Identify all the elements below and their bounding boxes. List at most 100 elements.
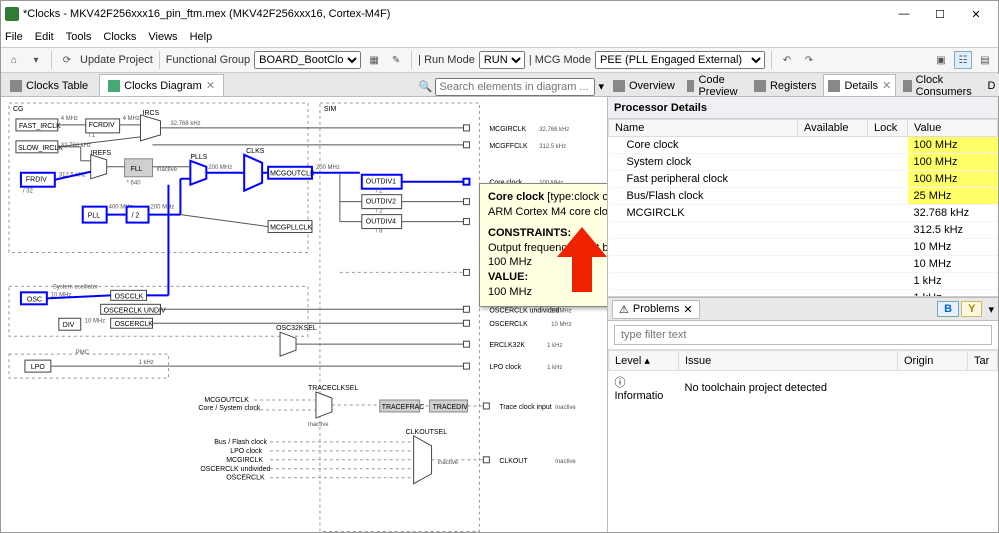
perspective-clocks-icon[interactable]: ☷ bbox=[954, 51, 972, 69]
svg-text:MCGOUTCLK: MCGOUTCLK bbox=[270, 171, 315, 178]
window-title: *Clocks - MKV42F256xxx16_pin_ftm.mex (MK… bbox=[23, 8, 886, 20]
minimize-button[interactable]: — bbox=[886, 2, 922, 26]
tab-code-preview[interactable]: Code Preview bbox=[682, 74, 747, 96]
tab-clocks-diagram[interactable]: Clocks Diagram ✕ bbox=[99, 74, 224, 96]
svg-text:32.768 kHz: 32.768 kHz bbox=[170, 121, 200, 127]
svg-text:1 kHz: 1 kHz bbox=[547, 365, 562, 371]
functional-group-label: Functional Group bbox=[166, 54, 250, 66]
svg-text:MCGIRCLK: MCGIRCLK bbox=[489, 126, 526, 133]
svg-text:/ 2: / 2 bbox=[376, 209, 383, 215]
svg-text:FCRDIV: FCRDIV bbox=[89, 122, 115, 129]
app-window: *Clocks - MKV42F256xxx16_pin_ftm.mex (MK… bbox=[0, 0, 999, 533]
pcol-target[interactable]: Tar bbox=[968, 351, 998, 371]
problem-row[interactable]: ⓘ Informatio No toolchain project detect… bbox=[609, 371, 998, 406]
menu-clocks[interactable]: Clocks bbox=[103, 31, 136, 43]
col-available[interactable]: Available bbox=[798, 120, 868, 137]
menu-views[interactable]: Views bbox=[148, 31, 177, 43]
svg-text:/ 1: / 1 bbox=[89, 133, 96, 139]
svg-text:10 MHz: 10 MHz bbox=[551, 322, 572, 328]
svg-text:PLLS: PLLS bbox=[190, 154, 207, 161]
titlebar: *Clocks - MKV42F256xxx16_pin_ftm.mex (MK… bbox=[1, 1, 998, 27]
detail-row[interactable]: Fast peripheral clock100 MHz bbox=[609, 171, 998, 188]
detail-row[interactable]: 1 kHz bbox=[609, 273, 998, 290]
tab-clocks-table[interactable]: Clocks Table bbox=[1, 74, 97, 96]
svg-text:1 kHz: 1 kHz bbox=[139, 360, 154, 366]
close-button[interactable]: ✕ bbox=[958, 2, 994, 26]
search-input[interactable] bbox=[435, 78, 595, 96]
col-value[interactable]: Value bbox=[908, 120, 998, 137]
svg-text:OSC: OSC bbox=[27, 296, 42, 303]
problems-tabbar: ⚠ Problems ✕ B Y ▾ bbox=[608, 297, 998, 321]
chev-down-icon[interactable]: ▾ bbox=[27, 51, 45, 69]
svg-text:/ 8: / 8 bbox=[376, 229, 383, 235]
consumers-icon bbox=[903, 80, 911, 92]
detail-row[interactable]: 10 MHz bbox=[609, 239, 998, 256]
overview-icon bbox=[613, 80, 625, 92]
tab-overview[interactable]: Overview bbox=[608, 74, 680, 96]
svg-text:OSC32KSEL: OSC32KSEL bbox=[276, 325, 317, 332]
menu-file[interactable]: File bbox=[5, 31, 23, 43]
view-menu-icon[interactable]: ▾ bbox=[988, 303, 994, 316]
clocks-diagram-pane[interactable]: CG SIM FAST_IRCLK 4 MHz FCRDIV / 1 4 MHz… bbox=[1, 97, 608, 532]
search-chev-icon[interactable]: ▾ bbox=[598, 81, 604, 93]
pcol-issue[interactable]: Issue bbox=[679, 351, 898, 371]
col-name[interactable]: Name bbox=[609, 120, 798, 137]
update-project-label: Update Project bbox=[80, 54, 153, 66]
close-details-icon[interactable]: ✕ bbox=[882, 79, 891, 92]
perspective-periph-icon[interactable]: ▤ bbox=[976, 51, 994, 69]
svg-text:OUTDIV2: OUTDIV2 bbox=[366, 199, 396, 206]
perspective-pins-icon[interactable]: ▣ bbox=[932, 51, 950, 69]
col-lock[interactable]: Lock bbox=[868, 120, 908, 137]
redo-icon[interactable]: ↷ bbox=[800, 51, 818, 69]
svg-text:4 MHz: 4 MHz bbox=[123, 116, 140, 122]
filter-y-button[interactable]: Y bbox=[961, 301, 982, 317]
detail-row[interactable]: 1 kHz bbox=[609, 290, 998, 298]
close-problems-icon[interactable]: ✕ bbox=[683, 303, 692, 316]
svg-text:OSCERCLK UNDIV: OSCERCLK UNDIV bbox=[104, 307, 166, 314]
diagram-search: 🔍 ▾ bbox=[419, 78, 604, 96]
tab-registers[interactable]: Registers bbox=[749, 74, 821, 96]
menu-tools[interactable]: Tools bbox=[66, 31, 92, 43]
svg-text:MCGIRCLK: MCGIRCLK bbox=[226, 457, 263, 464]
tab-d-overflow[interactable]: D bbox=[983, 74, 999, 96]
run-mode-select[interactable]: RUN bbox=[479, 51, 525, 69]
svg-text:OSCERCLK: OSCERCLK bbox=[489, 321, 528, 328]
svg-text:Inactive: Inactive bbox=[156, 167, 177, 173]
svg-text:Core / System clock: Core / System clock bbox=[198, 405, 260, 412]
svg-text:FRDIV: FRDIV bbox=[26, 177, 47, 184]
svg-text:CG: CG bbox=[13, 106, 23, 113]
svg-text:/ 32: / 32 bbox=[23, 189, 34, 195]
pcol-level[interactable]: Level ▴ bbox=[609, 351, 679, 371]
undo-icon[interactable]: ↶ bbox=[778, 51, 796, 69]
update-project-icon[interactable]: ⟳ bbox=[58, 51, 76, 69]
svg-text:/ 2: / 2 bbox=[376, 189, 383, 195]
svg-text:10 MHz: 10 MHz bbox=[551, 308, 572, 314]
menu-help[interactable]: Help bbox=[190, 31, 213, 43]
functional-group-select[interactable]: BOARD_BootClo bbox=[254, 51, 361, 69]
pcol-origin[interactable]: Origin bbox=[898, 351, 968, 371]
problems-filter-input[interactable] bbox=[614, 325, 992, 345]
detail-row[interactable]: Bus/Flash clock25 MHz bbox=[609, 188, 998, 205]
svg-text:ERCLK32K: ERCLK32K bbox=[489, 342, 525, 349]
tab-details[interactable]: Details✕ bbox=[823, 74, 896, 96]
svg-text:Inactive: Inactive bbox=[308, 422, 329, 428]
close-tab-icon[interactable]: ✕ bbox=[206, 79, 215, 92]
detail-row[interactable]: Core clock100 MHz bbox=[609, 137, 998, 154]
fg-btn2-icon[interactable]: ✎ bbox=[387, 51, 405, 69]
menubar: File Edit Tools Clocks Views Help bbox=[1, 27, 998, 47]
mcg-mode-select[interactable]: PEE (PLL Engaged External) bbox=[595, 51, 765, 69]
fg-btn1-icon[interactable]: ▦ bbox=[365, 51, 383, 69]
tab-clock-consumers[interactable]: Clock Consumers bbox=[898, 74, 980, 96]
nav-target-icon[interactable]: ⌂ bbox=[5, 51, 23, 69]
menu-edit[interactable]: Edit bbox=[35, 31, 54, 43]
maximize-button[interactable]: ☐ bbox=[922, 2, 958, 26]
details-icon bbox=[828, 80, 840, 92]
filter-b-button[interactable]: B bbox=[937, 301, 959, 317]
tab-problems[interactable]: ⚠ Problems ✕ bbox=[612, 300, 700, 319]
detail-row[interactable]: 10 MHz bbox=[609, 256, 998, 273]
detail-row[interactable]: 312.5 kHz bbox=[609, 222, 998, 239]
run-mode-label: | Run Mode bbox=[418, 54, 475, 66]
search-icon: 🔍 bbox=[419, 81, 433, 93]
detail-row[interactable]: System clock100 MHz bbox=[609, 154, 998, 171]
detail-row[interactable]: MCGIRCLK32.768 kHz bbox=[609, 205, 998, 222]
